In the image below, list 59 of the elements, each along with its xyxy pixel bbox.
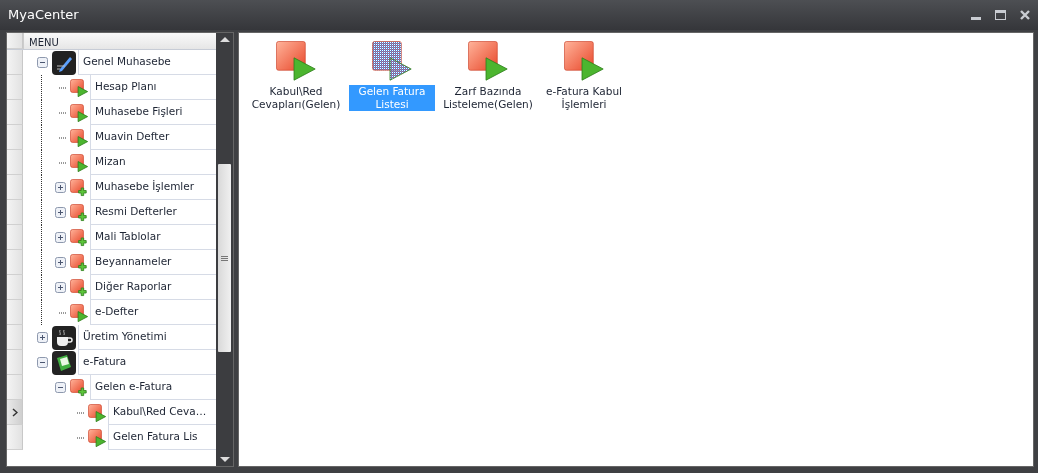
row-header-cell[interactable] [7, 100, 23, 125]
form-play-icon [70, 153, 88, 172]
row-header-cell[interactable] [7, 425, 23, 450]
expand-icon[interactable] [54, 207, 66, 218]
expand-icon[interactable] [54, 232, 66, 243]
tile-label[interactable]: Kabul\Red Cevapları(Gelen) [249, 85, 343, 112]
row-header-cell[interactable] [7, 125, 23, 150]
row-header-cell[interactable] [7, 375, 23, 400]
form-play-icon [70, 103, 88, 122]
form-play-icon [70, 303, 88, 322]
pen-icon [52, 50, 76, 75]
scroll-thumb[interactable] [218, 164, 231, 352]
tile-label[interactable]: Zarf Bazında Listeleme(Gelen) [441, 85, 535, 112]
form-play-icon [88, 428, 106, 447]
header-corner [7, 33, 23, 49]
grip-icon [221, 255, 228, 261]
tile-label[interactable]: e-Fatura Kabul İşlemleri [541, 85, 627, 112]
form-play-icon[interactable] [372, 41, 412, 81]
close-icon[interactable] [1020, 10, 1030, 20]
folder-plus-icon [70, 253, 88, 272]
window-title: MyaCenter [8, 6, 79, 25]
form-play-icon[interactable] [276, 41, 316, 81]
maximize-icon[interactable] [995, 10, 1006, 20]
row-header-cell[interactable] [7, 225, 23, 250]
folder-plus-icon [70, 378, 88, 397]
row-header-cell[interactable] [7, 350, 23, 375]
row-header-cell[interactable] [7, 200, 23, 225]
row-header-cell[interactable] [7, 300, 23, 325]
column-header: MENU [23, 33, 216, 49]
expand-icon[interactable] [54, 182, 66, 193]
row-header-cell[interactable] [7, 325, 23, 350]
collapse-icon[interactable] [36, 57, 48, 68]
expand-icon[interactable] [54, 282, 66, 293]
coffee-cup-icon [52, 325, 76, 350]
collapse-icon[interactable] [36, 357, 48, 368]
form-play-icon [70, 78, 88, 97]
current-row-icon [11, 407, 18, 417]
row-header-cell[interactable] [7, 250, 23, 275]
scroll-down-icon[interactable] [219, 457, 230, 463]
row-header-cell[interactable] [7, 75, 23, 100]
collapse-icon[interactable] [54, 382, 66, 393]
row-header-cell[interactable] [7, 175, 23, 200]
scrollbar[interactable] [216, 33, 233, 466]
folder-plus-icon [70, 228, 88, 247]
form-play-icon[interactable] [468, 41, 508, 81]
expand-icon[interactable] [36, 332, 48, 343]
row-header-cell[interactable] [7, 150, 23, 175]
folder-plus-icon [70, 203, 88, 222]
scroll-up-icon[interactable] [219, 36, 230, 42]
document-icon [52, 350, 76, 375]
folder-plus-icon [70, 178, 88, 197]
form-play-icon [88, 403, 106, 422]
form-play-icon [70, 128, 88, 147]
row-header-cell[interactable] [7, 275, 23, 300]
form-play-icon[interactable] [564, 41, 604, 81]
expand-icon[interactable] [54, 257, 66, 268]
folder-plus-icon [70, 278, 88, 297]
row-header-cell[interactable] [7, 400, 23, 425]
row-header-cell[interactable] [7, 50, 23, 75]
